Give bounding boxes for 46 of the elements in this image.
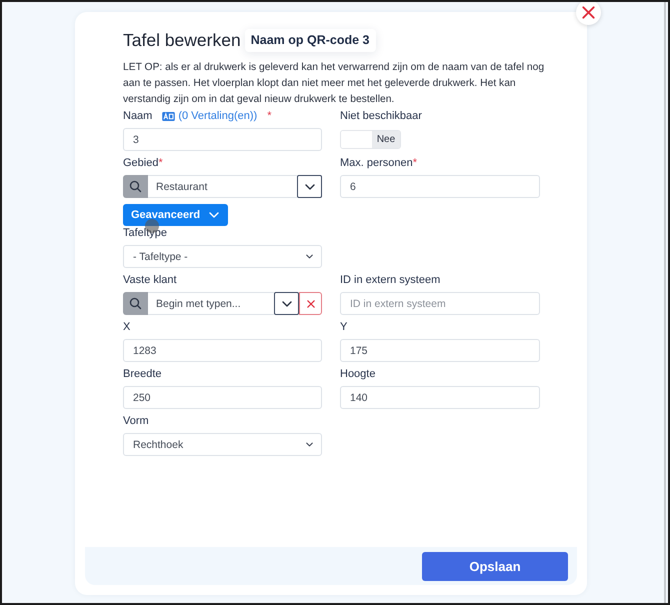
required-mark: * [158, 156, 163, 170]
close-button[interactable] [576, 2, 601, 25]
text-field[interactable]: 250 [123, 386, 322, 409]
chevron-down-icon [306, 254, 313, 259]
cross-icon [306, 300, 314, 308]
advanced-button[interactable]: Geavanceerd [123, 204, 228, 226]
chevron-down-icon [306, 442, 313, 447]
warning-text: LET OP: als er al drukwerk is geleverd kan het verwarrend zijn om de naam van de tafel nog aan te passen. Het vloerplan klopt dan niet meer met het geleverde drukwerk. Het kan verstandig zijn om in dat geval nieuw drukwerk te bestellen. [123, 61, 546, 107]
field-label: Tafeltype [123, 226, 168, 240]
required-mark: * [412, 156, 418, 170]
text-field[interactable]: 140 [340, 386, 540, 409]
required-mark: * [267, 109, 272, 123]
select-field[interactable]: - Tafeltype - [123, 245, 322, 268]
clear-button[interactable] [299, 292, 322, 315]
chevron-down-icon [282, 300, 292, 306]
chevron-down-icon [209, 212, 220, 218]
close-icon [582, 6, 595, 19]
search-field[interactable]: Restaurant [148, 175, 297, 198]
field-label: Y [340, 320, 348, 334]
translations-link[interactable]: (0 Vertaling(en)) [178, 109, 258, 123]
text-field[interactable]: 175 [340, 339, 540, 362]
dialog-title: Tafel bewerken [123, 29, 241, 52]
text-field[interactable]: 3 [123, 128, 322, 151]
translate-icon [162, 112, 176, 120]
field-label: Naam [123, 109, 152, 123]
select-field[interactable]: Rechthoek [123, 433, 322, 456]
field-label: Breedte [123, 367, 162, 381]
field-label: Gebied [123, 156, 158, 170]
chevron-down-icon [304, 184, 314, 190]
field-label: Vorm [123, 414, 149, 428]
field-label: Max. personen [340, 156, 413, 170]
field-label: Vaste klant [123, 273, 177, 287]
dropdown-button[interactable] [274, 292, 299, 315]
field-label: Niet beschikbaar [340, 109, 422, 123]
field-label: X [123, 320, 130, 334]
qr-name-badge: Naam op QR-code 3 [244, 28, 376, 52]
text-field[interactable]: 1283 [123, 339, 322, 362]
save-button[interactable]: Opslaan [422, 552, 568, 580]
text-field[interactable]: 6 [340, 175, 540, 198]
dropdown-button[interactable] [297, 175, 322, 198]
toggle-switch[interactable]: Nee [340, 130, 401, 149]
field-label: ID in extern systeem [340, 273, 440, 287]
field-label: Hoogte [340, 367, 376, 381]
search-icon [123, 175, 148, 198]
search-icon [123, 292, 148, 315]
search-field[interactable]: Begin met typen... [148, 292, 274, 315]
